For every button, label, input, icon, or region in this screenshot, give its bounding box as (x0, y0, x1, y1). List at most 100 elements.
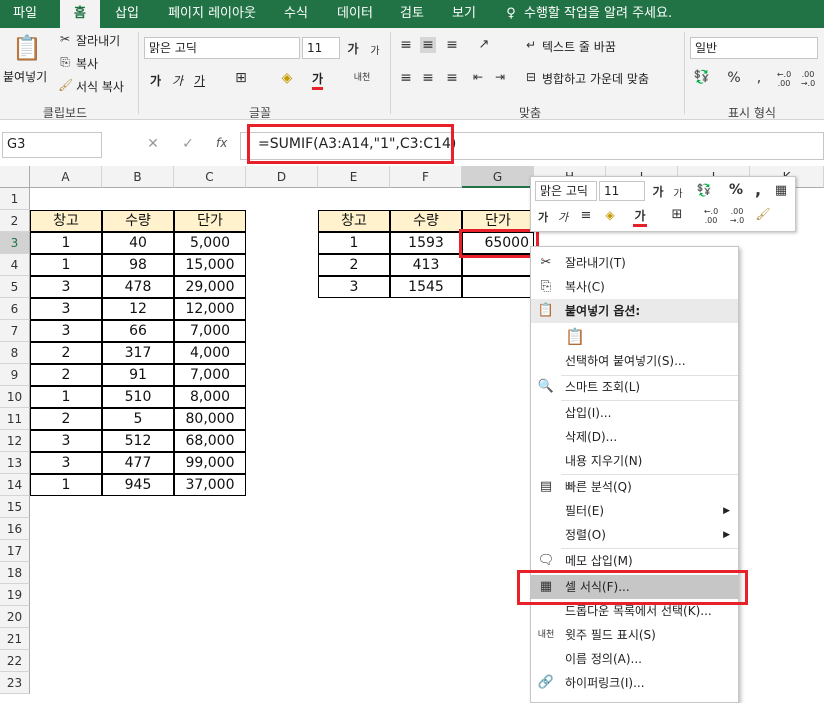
table1-cell[interactable]: 1 (30, 254, 102, 276)
align-left-icon[interactable]: ≡ (398, 70, 414, 86)
table1-cell[interactable]: 15,000 (174, 254, 246, 276)
table1-cell[interactable]: 510 (102, 386, 174, 408)
row-header-20[interactable]: 20 (0, 606, 30, 628)
wrap-text-button[interactable]: 텍스트 줄 바꿈 (542, 38, 616, 55)
table1-cell[interactable]: 5,000 (174, 232, 246, 254)
table2-cell[interactable]: 2 (318, 254, 390, 276)
table1-cell[interactable]: 37,000 (174, 474, 246, 496)
row-header-23[interactable]: 23 (0, 672, 30, 694)
tab-file[interactable]: 파일 (0, 0, 50, 28)
table1-cell[interactable]: 945 (102, 474, 174, 496)
row-header-6[interactable]: 6 (0, 298, 30, 320)
table1-cell[interactable]: 478 (102, 276, 174, 298)
decrease-decimal-icon[interactable]: .00 →.0 (798, 70, 818, 88)
row-header-5[interactable]: 5 (0, 276, 30, 298)
row-header-3[interactable]: 3 (0, 232, 30, 254)
table2-cell[interactable]: 1545 (390, 276, 462, 298)
table1-header-cell[interactable]: 수량 (102, 210, 174, 232)
orientation-icon[interactable]: ↗ (474, 37, 494, 52)
table1-cell[interactable]: 1 (30, 232, 102, 254)
column-header-e[interactable]: E (318, 166, 390, 188)
tab-home[interactable]: 홈 (60, 0, 100, 28)
mini-font-dropdown[interactable]: 맑은 고딕 (535, 181, 597, 201)
format-painter-icon[interactable]: 🖌 (58, 78, 73, 92)
cut-icon[interactable]: ✂ (58, 32, 72, 46)
row-header-2[interactable]: 2 (0, 210, 30, 232)
format-painter-button[interactable]: 서식 복사 (76, 78, 124, 95)
mini-font-color-icon[interactable]: 가 (633, 207, 647, 227)
paste-button[interactable]: 붙여넣기 (3, 68, 47, 85)
table1-cell[interactable]: 29,000 (174, 276, 246, 298)
tab-insert[interactable]: 삽입 (106, 0, 148, 28)
wrap-text-icon[interactable]: ↵ (524, 38, 538, 52)
row-header-9[interactable]: 9 (0, 364, 30, 386)
table1-cell[interactable]: 12 (102, 298, 174, 320)
table1-cell[interactable]: 8,000 (174, 386, 246, 408)
column-header-f[interactable]: F (390, 166, 462, 188)
row-header-21[interactable]: 21 (0, 628, 30, 650)
table2-cell[interactable]: 413 (390, 254, 462, 276)
table1-cell[interactable]: 98 (102, 254, 174, 276)
table1-header-cell[interactable]: 창고 (30, 210, 102, 232)
table1-cell[interactable]: 5 (102, 408, 174, 430)
table2-cell[interactable]: 1 (318, 232, 390, 254)
tab-review[interactable]: 검토 (392, 0, 432, 28)
mini-format-painter-icon[interactable]: 🖌 (755, 207, 771, 221)
table1-cell[interactable]: 40 (102, 232, 174, 254)
select-all-corner[interactable] (0, 166, 30, 188)
mini-format-icon[interactable]: ▦ (773, 183, 789, 198)
mini-decrease-font-icon[interactable]: 가 (671, 185, 685, 200)
font-name-dropdown[interactable]: 맑은 고딕 (144, 37, 300, 59)
copy-icon[interactable]: ⎘ (58, 55, 72, 70)
decrease-indent-icon[interactable]: ⇤ (470, 70, 486, 84)
row-header-11[interactable]: 11 (0, 408, 30, 430)
row-header-12[interactable]: 12 (0, 430, 30, 452)
table1-cell[interactable]: 477 (102, 452, 174, 474)
row-header-1[interactable]: 1 (0, 188, 30, 210)
table1-cell[interactable]: 91 (102, 364, 174, 386)
table1-header-cell[interactable]: 단가 (174, 210, 246, 232)
table2-header-cell[interactable]: 창고 (318, 210, 390, 232)
menu-cut[interactable]: ✂ 잘라내기(T) (531, 251, 738, 275)
cut-button[interactable]: 잘라내기 (76, 32, 120, 49)
table1-cell[interactable]: 68,000 (174, 430, 246, 452)
table2-header-cell[interactable]: 수량 (390, 210, 462, 232)
merge-center-icon[interactable]: ⊟ (524, 70, 538, 84)
copy-button[interactable]: 복사 (76, 55, 98, 72)
row-header-19[interactable]: 19 (0, 584, 30, 606)
table1-cell[interactable]: 2 (30, 342, 102, 364)
bold-button[interactable]: 가 (150, 72, 161, 89)
align-center-icon[interactable]: ≡ (420, 70, 436, 86)
align-right-icon[interactable]: ≡ (444, 70, 460, 86)
cancel-icon[interactable]: ✕ (145, 136, 161, 152)
table1-cell[interactable]: 317 (102, 342, 174, 364)
phonetic-icon[interactable]: 내천 (352, 70, 372, 83)
increase-indent-icon[interactable]: ⇥ (492, 70, 508, 84)
row-header-17[interactable]: 17 (0, 540, 30, 562)
menu-phonetic[interactable]: 내천 윗주 필드 표시(S) (531, 623, 738, 647)
paste-icon[interactable]: 📋 (12, 34, 42, 64)
column-header-c[interactable]: C (174, 166, 246, 188)
increase-decimal-icon[interactable]: ←.0.00 (774, 70, 794, 88)
decrease-font-icon[interactable]: 가 (368, 42, 382, 57)
table1-cell[interactable]: 2 (30, 408, 102, 430)
table1-cell[interactable]: 7,000 (174, 320, 246, 342)
table2-cell[interactable] (462, 276, 534, 298)
table1-cell[interactable]: 3 (30, 430, 102, 452)
increase-font-icon[interactable]: 가 (346, 40, 360, 57)
font-size-dropdown[interactable]: 11 (302, 37, 340, 59)
underline-button[interactable]: 가 (194, 72, 205, 89)
table1-cell[interactable]: 2 (30, 364, 102, 386)
mini-comma-icon[interactable]: , (753, 180, 763, 199)
table1-cell[interactable]: 66 (102, 320, 174, 342)
table2-cell[interactable]: 1593 (390, 232, 462, 254)
menu-filter[interactable]: 필터(E) ▶ (531, 499, 738, 523)
column-header-b[interactable]: B (102, 166, 174, 188)
mini-accounting-icon[interactable]: 💱 (693, 183, 715, 197)
enter-icon[interactable]: ✓ (180, 136, 196, 152)
row-header-10[interactable]: 10 (0, 386, 30, 408)
name-box[interactable]: G3 (2, 132, 102, 158)
row-header-16[interactable]: 16 (0, 518, 30, 540)
align-top-icon[interactable]: ≡ (398, 37, 414, 53)
font-color-button[interactable]: 가 (312, 70, 324, 90)
